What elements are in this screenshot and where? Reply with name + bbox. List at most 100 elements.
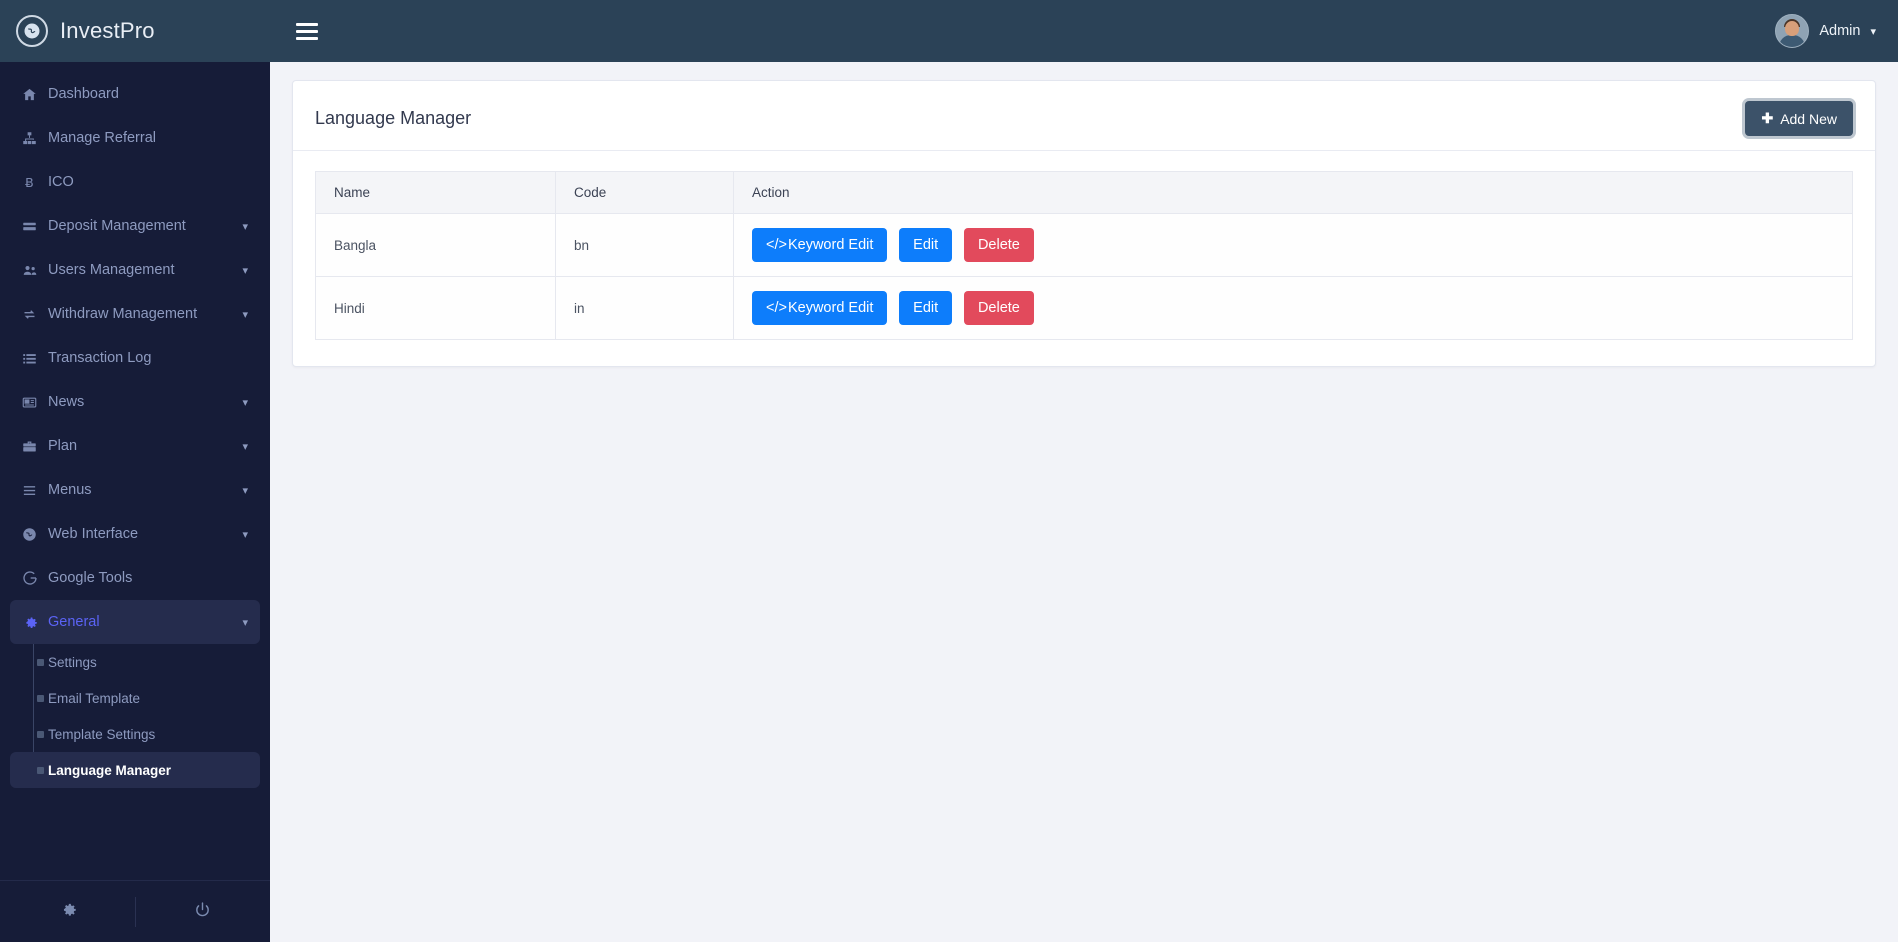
bars-icon [22, 483, 48, 498]
sidebar-item-users-management[interactable]: Users Management ▾ [10, 248, 260, 292]
column-header-name: Name [315, 171, 556, 214]
topbar: Admin ▾ [270, 0, 1898, 62]
chevron-down-icon: ▾ [242, 528, 248, 541]
admin-menu[interactable]: Admin ▾ [1775, 14, 1876, 48]
briefcase-icon [22, 439, 48, 454]
sidebar-item-label: Users Management [48, 262, 175, 278]
sidebar-item-withdraw-management[interactable]: Withdraw Management ▾ [10, 292, 260, 336]
table-header-row: Name Code Action [315, 171, 1853, 214]
sidebar-footer [0, 880, 270, 942]
users-icon [22, 263, 48, 278]
table-row: Bangla bn </>Keyword Edit Edit Delete [315, 213, 1853, 277]
sidebar-item-web-interface[interactable]: Web Interface ▾ [10, 512, 260, 556]
sidebar-item-menus[interactable]: Menus ▾ [10, 468, 260, 512]
code-icon: </> [766, 300, 787, 316]
sidebar-item-deposit-management[interactable]: Deposit Management ▾ [10, 204, 260, 248]
sidebar-item-google-tools[interactable]: Google Tools [10, 556, 260, 600]
edit-button[interactable]: Edit [899, 291, 953, 325]
credit-card-icon [22, 219, 48, 234]
page-title: Language Manager [315, 108, 472, 128]
table-head: Name Code Action [315, 171, 1853, 214]
sidebar-item-transaction-log[interactable]: Transaction Log [10, 336, 260, 380]
languages-table: Name Code Action Bangla bn </>Keyword Ed… [315, 171, 1853, 340]
sidebar-item-plan[interactable]: Plan ▾ [10, 424, 260, 468]
keyword-edit-label: Keyword Edit [787, 300, 874, 316]
sidebar-item-label: News [48, 394, 85, 410]
sidebar-item-label: Transaction Log [48, 350, 152, 366]
logout-button[interactable] [136, 881, 271, 942]
chevron-down-icon: ▾ [242, 440, 248, 453]
main-area: Admin ▾ Language Manager ✚ Add New Name … [270, 0, 1898, 942]
sidebar-item-label: Manage Referral [48, 130, 156, 146]
avatar [1775, 14, 1810, 48]
sidebar: InvestPro Dashboard Manage Referral Ƀ IC… [0, 0, 270, 942]
sidebar-submenu-general: Settings Email Template Template Setting… [0, 644, 270, 788]
admin-label: Admin [1819, 23, 1861, 39]
sidebar-item-label: ICO [48, 174, 74, 190]
delete-button[interactable]: Delete [963, 228, 1034, 262]
language-manager-card: Language Manager ✚ Add New Name Code Act… [292, 80, 1876, 367]
table-row: Hindi in </>Keyword Edit Edit Delete [315, 276, 1853, 340]
table-body: Bangla bn </>Keyword Edit Edit Delete Hi… [315, 213, 1853, 340]
sidebar-item-label: Withdraw Management [48, 306, 198, 322]
chevron-down-icon: ▾ [1870, 25, 1876, 38]
cell-name: Hindi [315, 276, 556, 340]
hamburger-icon[interactable] [296, 22, 318, 40]
google-icon [22, 570, 48, 586]
sidebar-subitem-settings[interactable]: Settings [10, 644, 260, 680]
sidebar-subitem-template-settings[interactable]: Template Settings [10, 716, 260, 752]
sidebar-subitem-label: Settings [48, 654, 97, 670]
cell-code: in [555, 276, 734, 340]
bullet-icon [37, 766, 44, 774]
column-header-code: Code [555, 171, 734, 214]
chevron-down-icon: ▾ [242, 220, 248, 233]
sidebar-item-label: Plan [48, 438, 78, 454]
keyword-edit-label: Keyword Edit [787, 237, 874, 253]
sidebar-item-label: Deposit Management [48, 218, 186, 234]
plus-icon: ✚ [1761, 110, 1774, 126]
settings-button[interactable] [0, 881, 135, 942]
sidebar-item-label: Dashboard [48, 86, 119, 102]
sidebar-item-dashboard[interactable]: Dashboard [10, 72, 260, 116]
cell-name: Bangla [315, 213, 556, 277]
add-new-label: Add New [1780, 110, 1837, 127]
list-icon [22, 351, 48, 366]
table-container: Name Code Action Bangla bn </>Keyword Ed… [293, 151, 1875, 366]
sidebar-item-label: Web Interface [48, 526, 139, 542]
gear-icon [22, 615, 48, 630]
card-header: Language Manager ✚ Add New [293, 81, 1875, 151]
home-icon [22, 87, 48, 102]
keyword-edit-button[interactable]: </>Keyword Edit [752, 291, 888, 325]
sitemap-icon [22, 131, 48, 146]
sidebar-nav: Dashboard Manage Referral Ƀ ICO Deposit … [0, 62, 270, 880]
add-new-button[interactable]: ✚ Add New [1745, 101, 1853, 136]
sidebar-subitem-label: Email Template [48, 690, 141, 706]
globe-icon [22, 527, 48, 542]
sidebar-item-general[interactable]: General ▾ [10, 600, 260, 644]
newspaper-icon [22, 395, 48, 410]
cell-actions: </>Keyword Edit Edit Delete [733, 276, 1853, 340]
sidebar-subitem-language-manager[interactable]: Language Manager [10, 752, 260, 788]
code-icon: </> [766, 237, 787, 253]
sidebar-item-ico[interactable]: Ƀ ICO [10, 160, 260, 204]
bullet-icon [37, 658, 44, 666]
sidebar-item-label: Google Tools [48, 570, 133, 586]
chevron-down-icon: ▾ [242, 264, 248, 277]
delete-button[interactable]: Delete [963, 291, 1034, 325]
keyword-edit-button[interactable]: </>Keyword Edit [752, 228, 888, 262]
chevron-down-icon: ▾ [242, 616, 248, 629]
edit-button[interactable]: Edit [899, 228, 953, 262]
globe-icon [16, 15, 48, 47]
bullet-icon [37, 730, 44, 738]
brand[interactable]: InvestPro [0, 0, 270, 62]
chevron-down-icon: ▾ [242, 308, 248, 321]
sidebar-item-label: Menus [48, 482, 92, 498]
page-content: Language Manager ✚ Add New Name Code Act… [270, 62, 1898, 942]
sidebar-subitem-email-template[interactable]: Email Template [10, 680, 260, 716]
sidebar-item-manage-referral[interactable]: Manage Referral [10, 116, 260, 160]
sidebar-subitem-label: Language Manager [48, 762, 172, 778]
chevron-down-icon: ▾ [242, 396, 248, 409]
bitcoin-icon: Ƀ [22, 175, 48, 190]
sidebar-item-news[interactable]: News ▾ [10, 380, 260, 424]
chevron-down-icon: ▾ [242, 484, 248, 497]
